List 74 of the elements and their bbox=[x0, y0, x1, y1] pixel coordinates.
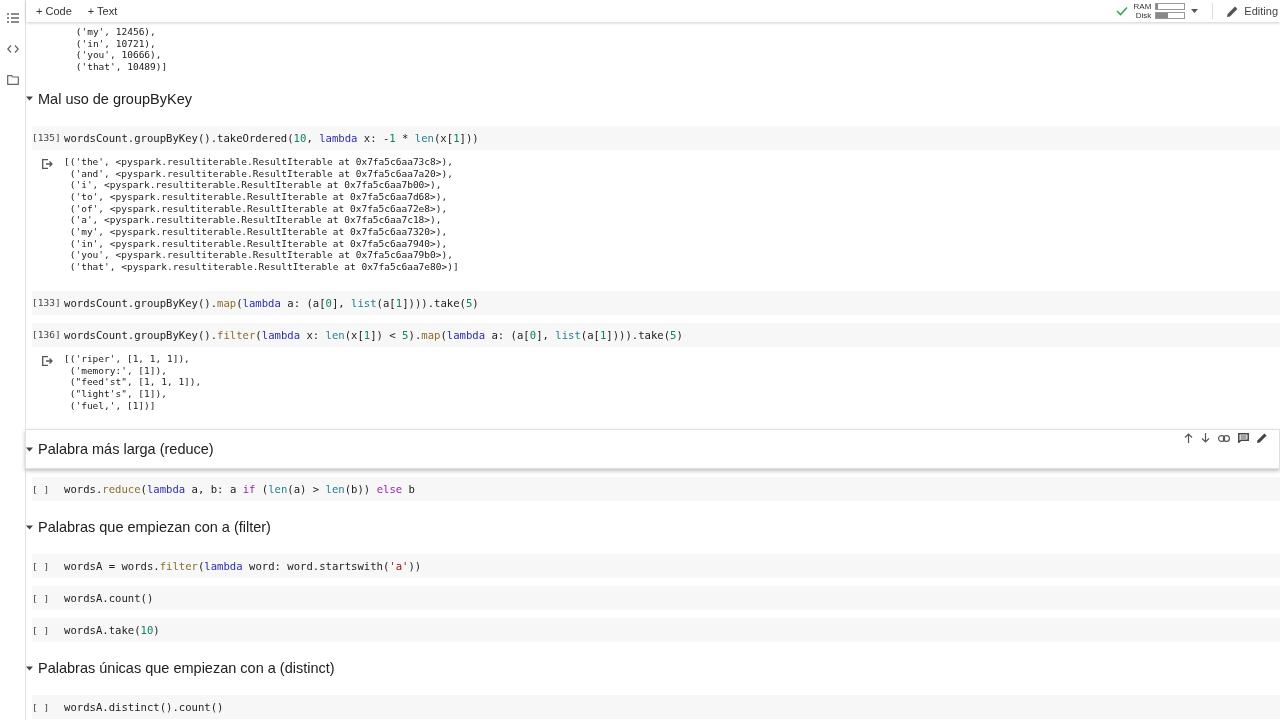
toolbar-button[interactable]: + Code bbox=[30, 3, 78, 19]
output-line: ('i', <pyspark.resultiterable.ResultIterable at 0x7fa5c6aa7b00>), bbox=[68, 179, 443, 191]
code-line: wordsA = words.filter(lambda word: word.startswith('a')) bbox=[64, 560, 422, 573]
code-cell[interactable]: [ ] wordsA.distinct().count() bbox=[32, 695, 1280, 720]
section-heading: Mal uso de groupByKey bbox=[38, 90, 192, 107]
link-icon[interactable] bbox=[1218, 434, 1230, 442]
collapse-icon[interactable] bbox=[26, 95, 33, 103]
usage-meter bbox=[1155, 3, 1186, 10]
meter-label: Disk bbox=[1135, 11, 1152, 20]
code-cell[interactable]: [133] wordsCount.groupByKey().map(lambda a: (a[0], list(a[1]))).take(5) bbox=[32, 290, 1280, 315]
text-cell[interactable]: Mal uso de groupByKey bbox=[26, 79, 1280, 118]
execution-count[interactable]: [ ] bbox=[32, 592, 64, 604]
output-line: ('my', 12456), bbox=[74, 26, 157, 38]
usage-meter bbox=[1155, 12, 1186, 19]
pencil-icon[interactable] bbox=[1257, 433, 1267, 444]
code-line: wordsA.distinct().count() bbox=[64, 701, 224, 714]
code-cell[interactable]: [ ] wordsA = words.filter(lambda word: word.startswith('a')) bbox=[32, 554, 1280, 579]
comment-icon[interactable] bbox=[1238, 433, 1249, 444]
arrow-up-icon[interactable] bbox=[1184, 433, 1193, 444]
code-cell[interactable]: [ ] wordsA.count() bbox=[32, 586, 1280, 611]
code-line: wordsA.take(10) bbox=[64, 624, 160, 637]
output-icon[interactable] bbox=[42, 355, 53, 366]
output-line: ('memory:', [1]), bbox=[68, 364, 168, 377]
output-line: ('in', 10721), bbox=[74, 37, 157, 50]
section-heading: Palabras que empiezan con a (filter) bbox=[38, 519, 271, 536]
folder-icon[interactable] bbox=[6, 75, 19, 85]
code-line: wordsA.count() bbox=[64, 592, 154, 605]
output-line: [('the', <pyspark.resultiterable.ResultIterable at 0x7fa5c6aa73c8>), bbox=[64, 155, 454, 168]
output-line: ("feed'st", [1, 1, 1]), bbox=[68, 376, 202, 388]
code-line: wordsCount.groupByKey().filter(lambda x: len(x[1]) < 5).map(lambda a: (a[0], list(a[1]))).take(5) bbox=[64, 328, 683, 341]
collapse-icon[interactable] bbox=[26, 523, 33, 531]
output-line: ('and', <pyspark.resultiterable.ResultIterable at 0x7fa5c6aa7a20>), bbox=[68, 167, 454, 180]
output-line: ('fuel,', [1])] bbox=[68, 399, 157, 412]
execution-count[interactable]: [ ] bbox=[32, 483, 64, 495]
output-line: [('riper', [1, 1, 1]), bbox=[64, 352, 191, 365]
collapse-icon[interactable] bbox=[26, 445, 33, 453]
output-icon[interactable] bbox=[42, 158, 53, 169]
toolbar-button[interactable]: + Text bbox=[81, 3, 124, 19]
meter-label: RAM bbox=[1133, 2, 1152, 11]
output-line: ('to', <pyspark.resultiterable.ResultIterable at 0x7fa5c6aa7d68>), bbox=[68, 190, 449, 203]
code-line: words.reduce(lambda a, b: a if (len(a) > len(b)) else b bbox=[64, 483, 415, 496]
output-line: ('you', <pyspark.resultiterable.ResultIterable at 0x7fa5c6aa79b0>), bbox=[68, 249, 454, 262]
collapse-icon[interactable] bbox=[26, 664, 33, 672]
mode-label[interactable]: Editing bbox=[1244, 5, 1278, 17]
output-line: ('that', 10489)] bbox=[74, 61, 169, 73]
execution-count[interactable]: [ ] bbox=[32, 560, 64, 572]
output-line: ('in', <pyspark.resultiterable.ResultIterable at 0x7fa5c6aa7940>), bbox=[68, 237, 449, 250]
arrow-down-icon[interactable] bbox=[1201, 433, 1210, 444]
text-cell[interactable]: Palabra más larga (reduce) bbox=[25, 429, 1280, 470]
section-heading: Palabras únicas que empiezan con a (distinct) bbox=[38, 660, 335, 677]
menu-icon[interactable] bbox=[6, 13, 19, 23]
text-cell[interactable]: Palabras que empiezan con a (filter) bbox=[26, 508, 1280, 547]
execution-count[interactable]: [135] bbox=[32, 132, 64, 144]
execution-count[interactable]: [136] bbox=[32, 329, 64, 341]
output-line: ('a', <pyspark.resultiterable.ResultIterable at 0x7fa5c6aa7c18>), bbox=[68, 214, 443, 227]
code-cell[interactable]: [136] wordsCount.groupByKey().filter(lambda x: len(x[1]) < 5).map(lambda a: (a[0], list(a[1]))).take(5) bbox=[32, 322, 1280, 347]
execution-count[interactable]: [ ] bbox=[32, 624, 64, 636]
execution-count[interactable]: [133] bbox=[32, 297, 64, 309]
code-cell[interactable]: [ ] words.reduce(lambda a, b: a if (len(a) > len(b)) else b bbox=[32, 477, 1280, 502]
output-line: ('you', 10666), bbox=[74, 49, 163, 62]
output-line: ("light's", [1]), bbox=[68, 387, 168, 400]
caret-icon[interactable] bbox=[1191, 9, 1199, 13]
code-cell[interactable]: [135] wordsCount.groupByKey().takeOrdered(10, lambda x: -1 * len(x[1])) bbox=[32, 125, 1280, 150]
execution-count[interactable]: [ ] bbox=[32, 701, 64, 713]
code-icon[interactable] bbox=[6, 45, 19, 53]
output-line: ('my', <pyspark.resultiterable.ResultIterable at 0x7fa5c6aa7320>), bbox=[68, 226, 449, 238]
code-line: wordsCount.groupByKey().takeOrdered(10, lambda x: -1 * len(x[1])) bbox=[64, 131, 479, 144]
output-line: ('that', <pyspark.resultiterable.ResultIterable at 0x7fa5c6aa7e80>)] bbox=[68, 261, 459, 273]
output-line: ('of', <pyspark.resultiterable.ResultIterable at 0x7fa5c6aa72e8>), bbox=[68, 202, 449, 215]
section-heading: Palabra más larga (reduce) bbox=[38, 441, 214, 458]
pencil-icon bbox=[1227, 5, 1239, 17]
code-cell[interactable]: [ ] wordsA.take(10) bbox=[32, 618, 1280, 643]
code-line: wordsCount.groupByKey().map(lambda a: (a[0], list(a[1]))).take(5) bbox=[64, 296, 479, 309]
text-cell[interactable]: Palabras únicas que empiezan con a (distinct) bbox=[26, 649, 1280, 688]
